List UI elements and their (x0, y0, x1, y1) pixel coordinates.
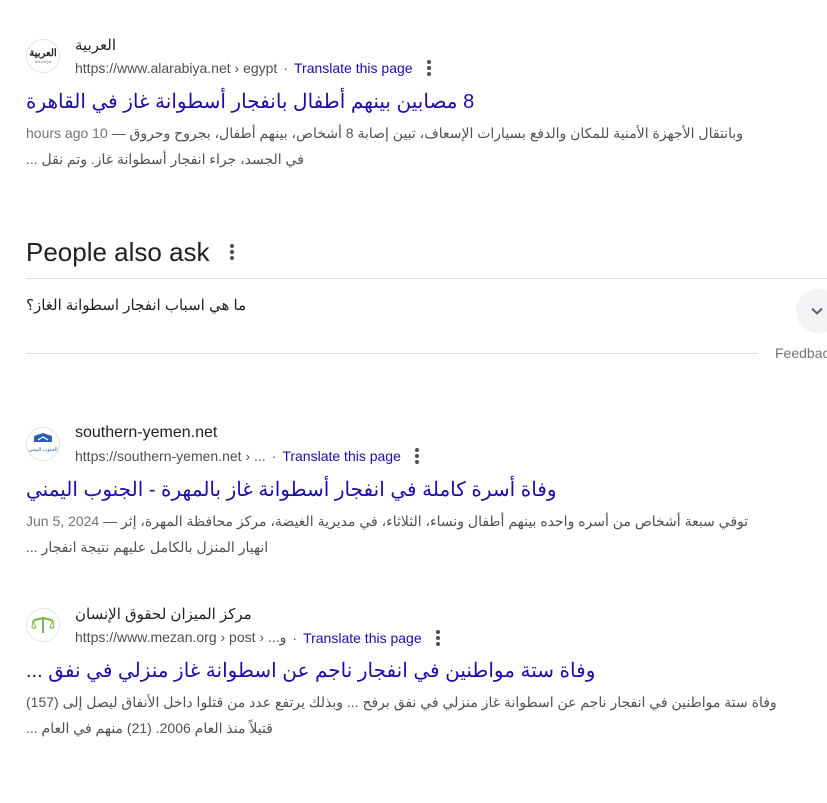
result-date: 10 hours ago (26, 125, 108, 141)
result-source[interactable]: مركز الميزان لحقوق الإنسان https://www.m… (26, 605, 786, 653)
more-options-icon[interactable] (229, 244, 234, 260)
result-title[interactable]: وفاة ستة مواطنين في انفجار ناجم عن اسطوا… (26, 657, 786, 685)
alarabiya-favicon-icon: العربية alarabiya (26, 39, 60, 73)
result-snippet: توفي سبعة أشخاص من أسره واحده بينهم أطفا… (26, 508, 786, 560)
paa-heading: People also ask (26, 236, 210, 267)
result-snippet: وبانتقال الأجهزة الأمنية للمكان والدفع ب… (26, 120, 786, 172)
paa-header: People also ask (26, 230, 827, 274)
divider (26, 278, 827, 279)
paa-question[interactable]: ما هي اسباب انفجار اسطوانة الغاز؟ (26, 296, 246, 314)
snippet-line-2: انهيار المنزل بالكامل عليهم نتيجة انفجار… (26, 539, 269, 555)
search-result: مركز الميزان لحقوق الإنسان https://www.m… (26, 605, 786, 741)
result-snippet: وفاة ستة مواطنين في انفجار ناجم عن اسطوا… (26, 689, 786, 741)
mezan-favicon-icon (26, 608, 60, 642)
site-name: العربية (75, 37, 116, 54)
result-url[interactable]: https://southern-yemen.net › ... (75, 448, 266, 464)
southern-yemen-favicon-icon: الجنوب اليمني (26, 427, 60, 461)
translate-link[interactable]: Translate this page (282, 448, 401, 464)
snippet-text: توفي سبعة أشخاص من أسره واحده بينهم أطفا… (120, 513, 749, 529)
result-title[interactable]: 8 مصابين بينهم أطفال بانفجار أسطوانة غاز… (26, 88, 786, 116)
separator-dot: · (283, 60, 288, 76)
result-url[interactable]: https://www.mezan.org › post › ...و (75, 629, 286, 646)
separator-dot: · (271, 448, 277, 464)
url-line: https://www.mezan.org › post › ...و · Tr… (75, 629, 440, 646)
more-options-icon[interactable] (426, 60, 431, 76)
snippet-line-1: وبانتقال الأجهزة الأمنية للمكان والدفع ب… (26, 125, 743, 141)
snippet-line-2: قتيلاً منذ العام 2006. (21) منهم في العا… (26, 720, 273, 736)
result-date: Jun 5, 2024 (26, 513, 100, 529)
translate-link[interactable]: Translate this page (294, 60, 413, 76)
site-name: مركز الميزان لحقوق الإنسان (75, 606, 252, 623)
more-options-icon[interactable] (414, 448, 419, 464)
favicon-logo-text: العربية (29, 48, 57, 59)
favicon-logo-subtext: alarabiya (34, 59, 52, 64)
feedback-link[interactable]: Feedback (775, 345, 827, 361)
snippet-text: وبانتقال الأجهزة الأمنية للمكان والدفع ب… (129, 125, 743, 141)
search-result: العربية alarabiya العربية https://www.al… (26, 36, 786, 172)
snippet-line-2: في الجسد، جراء انفجار أسطوانة غاز. وتم ن… (26, 151, 304, 167)
people-also-ask: People also ask ما هي اسباب انفجار اسطوا… (26, 230, 827, 361)
expand-question-button[interactable] (796, 289, 827, 333)
snippet-line-1: وفاة ستة مواطنين في انفجار ناجم عن اسطوا… (26, 694, 777, 710)
url-line: https://www.alarabiya.net › egypt · Tran… (75, 60, 431, 76)
result-title[interactable]: وفاة أسرة كاملة في انفجار أسطوانة غاز با… (26, 476, 786, 504)
more-options-icon[interactable] (435, 629, 440, 646)
translate-link[interactable]: Translate this page (303, 630, 422, 646)
divider (26, 353, 758, 354)
scales-logo-icon (31, 617, 55, 633)
site-name: southern-yemen.net (75, 424, 218, 441)
snippet-line-1: توفي سبعة أشخاص من أسره واحده بينهم أطفا… (26, 513, 749, 529)
search-result: الجنوب اليمني southern-yemen.net https:/… (26, 424, 786, 560)
url-line: https://southern-yemen.net › ... · Trans… (75, 448, 419, 464)
result-source[interactable]: الجنوب اليمني southern-yemen.net https:/… (26, 424, 786, 472)
separator-dot: · (292, 629, 298, 646)
result-url[interactable]: https://www.alarabiya.net › egypt (75, 60, 277, 76)
favicon-logo-text: الجنوب اليمني (28, 447, 58, 453)
chevron-down-icon (811, 307, 823, 315)
result-source[interactable]: العربية alarabiya العربية https://www.al… (26, 36, 786, 84)
